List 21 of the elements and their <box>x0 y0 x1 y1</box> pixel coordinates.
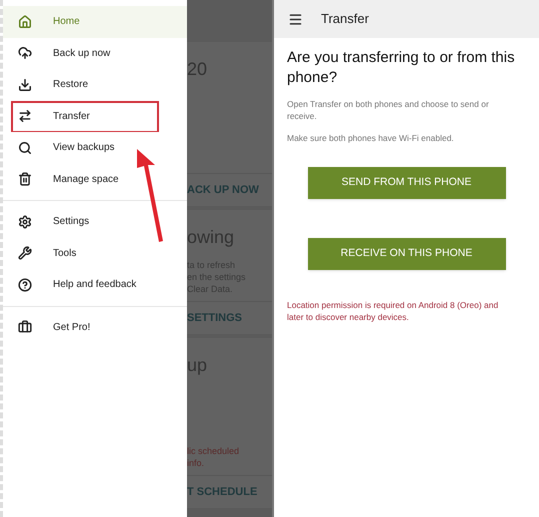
card-note: info. <box>187 456 206 468</box>
info-text: Open Transfer on both phones and choose to send or receive. <box>287 98 490 122</box>
settings-icon <box>18 214 32 229</box>
menu-icon[interactable] <box>288 12 303 26</box>
drawer-item[interactable]: Home <box>3 6 187 38</box>
action-button[interactable]: RECEIVE ON THIS PHONE <box>308 238 506 270</box>
home-icon <box>18 14 32 29</box>
cloud-upload-icon <box>18 46 32 60</box>
arrows-icon <box>18 109 32 124</box>
screen-title: Transfer <box>321 10 369 28</box>
info-text: Make sure both phones have Wi-Fi enabled. <box>287 132 455 144</box>
warning-text: Location permission is required on Android 8 (Oreo) and later to discover nearby devices. <box>287 299 500 323</box>
wrench-icon <box>18 246 32 260</box>
download-icon <box>18 78 32 92</box>
help-icon <box>18 278 32 292</box>
question-heading: Are you transferring to or from this phone? <box>287 48 515 88</box>
trash-icon <box>18 172 32 186</box>
action-button[interactable]: SEND FROM THIS PHONE <box>308 167 506 199</box>
search-icon <box>18 140 32 155</box>
briefcase-icon <box>18 320 32 334</box>
card-note: lic scheduled <box>187 444 240 456</box>
